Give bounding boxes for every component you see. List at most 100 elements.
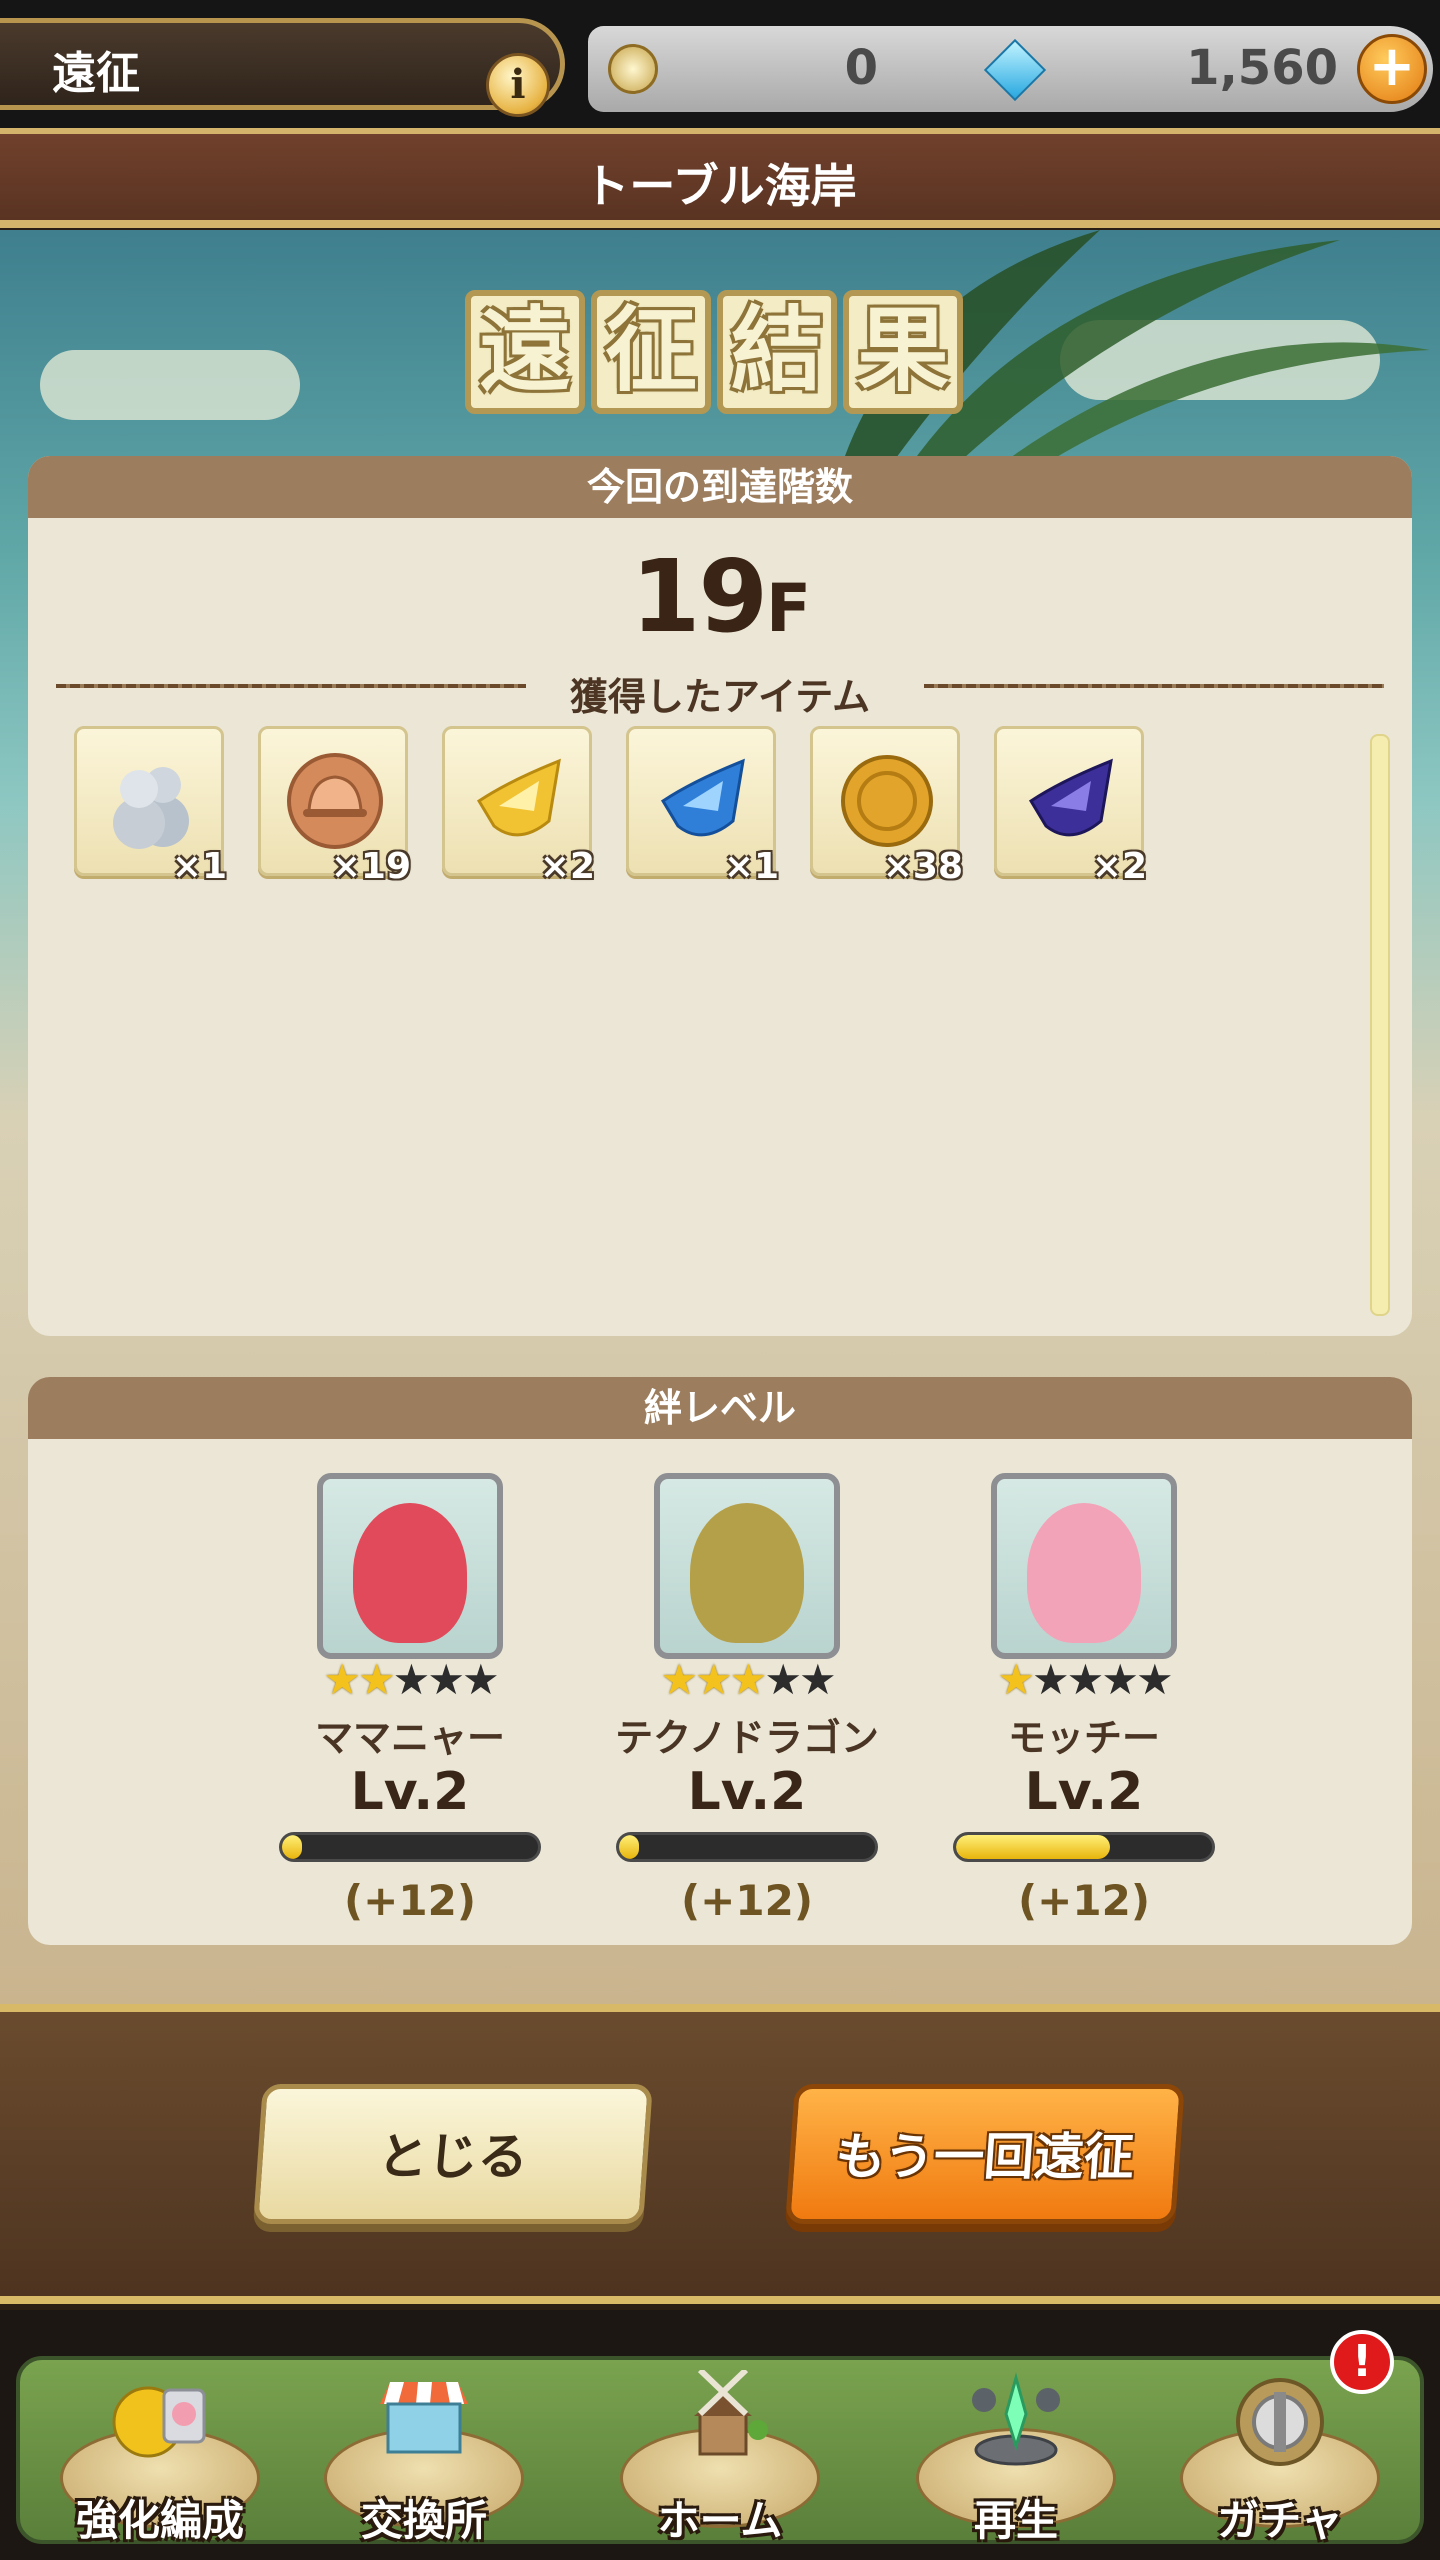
bond-gain: (+12): [680, 1876, 814, 1925]
purple-crystal-shard-icon: [1028, 758, 1113, 837]
rarity-stars: ★★★★★: [612, 1657, 882, 1703]
star-filled-icon: ★: [358, 1655, 396, 1704]
info-icon[interactable]: i: [486, 53, 550, 117]
item-slot[interactable]: ×2: [994, 726, 1147, 887]
character-name: ママニャー: [314, 1716, 505, 1760]
panel-header: 絆レベル: [28, 1377, 1412, 1439]
result-title: 遠 征 結 果: [465, 290, 975, 420]
bond-level: Lv.2: [1024, 1762, 1144, 1822]
result-title-char: 果: [843, 290, 963, 414]
item-count: ×2: [1091, 846, 1147, 887]
bond-level: Lv.2: [350, 1762, 470, 1822]
item-count: ×2: [539, 846, 595, 887]
star-empty-icon: ★: [1066, 1655, 1105, 1704]
add-currency-button[interactable]: +: [1357, 34, 1427, 104]
result-title-char: 結: [717, 290, 837, 414]
item-slot[interactable]: ×1: [626, 726, 779, 887]
floor-unit: F: [766, 570, 811, 647]
star-empty-icon: ★: [461, 1655, 500, 1704]
item-count: ×19: [330, 846, 411, 887]
nav-home[interactable]: ホーム: [600, 2350, 840, 2560]
nav-exchange[interactable]: 交換所: [304, 2350, 544, 2560]
nav-label: ホーム: [657, 2496, 783, 2545]
floor-results-panel: 今回の到達階数 19F 獲得したアイテム ×1 ×19 ×2 ×1 ×38 ×2: [28, 456, 1412, 1336]
watch-count: 0: [844, 40, 878, 96]
item-count: ×1: [723, 846, 779, 887]
mode-title: 遠征: [52, 48, 140, 99]
character-card[interactable]: ★★★★★ ママニャー Lv.2 (+12): [275, 1473, 545, 1925]
item-slot[interactable]: ×2: [442, 726, 595, 887]
rarity-stars: ★★★★★: [275, 1657, 545, 1703]
revive-icon: [972, 2372, 1060, 2466]
floor-number: 19: [630, 538, 768, 655]
star-filled-icon: ★: [997, 1655, 1035, 1704]
blue-crystal-shard-icon: [660, 758, 745, 837]
expedition-again-button[interactable]: もう一回遠征: [785, 2084, 1185, 2224]
nav-upgrade-team[interactable]: 強化編成: [40, 2350, 280, 2560]
star-empty-icon: ★: [1101, 1655, 1139, 1704]
rarity-stars: ★★★★★: [949, 1657, 1219, 1703]
star-empty-icon: ★: [798, 1655, 837, 1704]
star-filled-icon: ★: [660, 1655, 698, 1704]
currency-bar: 0 1,560 +: [588, 26, 1433, 112]
home-windmill-icon: [694, 2370, 768, 2456]
bond-progress-bar: [616, 1832, 878, 1862]
status-bar: 遠征 i 0 1,560 +: [0, 0, 1440, 130]
items-divider: 獲得したアイテム: [56, 666, 1384, 719]
character-name: モッチー: [1007, 1716, 1160, 1760]
star-filled-icon: ★: [323, 1655, 361, 1704]
location-banner: トーブル海岸: [0, 128, 1440, 228]
nav-label: 交換所: [360, 2496, 487, 2545]
item-slot[interactable]: ×19: [258, 726, 411, 887]
close-button[interactable]: とじる: [253, 2084, 653, 2224]
star-empty-icon: ★: [764, 1655, 802, 1704]
mode-title-pill: 遠征 i: [0, 18, 565, 117]
bottom-nav: 強化編成 交換所 ホーム 再生 ガチャ: [0, 2310, 1440, 2560]
item-list-scrollbar[interactable]: [1370, 734, 1390, 1316]
result-title-char: 征: [591, 290, 711, 414]
character-portrait: [991, 1473, 1177, 1659]
cloud-decoration: [40, 350, 300, 420]
star-filled-icon: ★: [695, 1655, 733, 1704]
gacha-alert-badge: !: [1330, 2330, 1394, 2394]
bond-progress-bar: [953, 1832, 1215, 1862]
nav-label: ガチャ: [1217, 2496, 1343, 2545]
character-portrait: [654, 1473, 840, 1659]
character-portrait: [317, 1473, 503, 1659]
bronze-helmet-coin-icon: [287, 753, 383, 849]
exchange-shop-icon: [380, 2382, 468, 2454]
item-count: ×1: [171, 846, 227, 887]
diamond-icon: [983, 38, 1047, 102]
floor-reached: 19F: [28, 538, 1412, 655]
bond-level-panel: 絆レベル ★★★★★ ママニャー Lv.2 (+12) ★★★★★ テクノドラゴ…: [28, 1377, 1412, 1945]
character-card[interactable]: ★★★★★ テクノドラゴン Lv.2 (+12): [612, 1473, 882, 1925]
nav-revive[interactable]: 再生: [896, 2350, 1136, 2560]
teru-teru-doll-icon: [113, 767, 189, 849]
item-slot[interactable]: ×38: [810, 726, 963, 887]
panel-header: 今回の到達階数: [28, 456, 1412, 518]
character-card[interactable]: ★★★★★ モッチー Lv.2 (+12): [949, 1473, 1219, 1925]
item-list: ×1 ×19 ×2 ×1 ×38 ×2: [74, 726, 1147, 887]
upgrade-team-icon: [112, 2386, 206, 2458]
result-title-char: 遠: [465, 290, 585, 414]
diamond-count: 1,560: [1186, 40, 1338, 96]
bond-gain: (+12): [343, 1876, 477, 1925]
bond-gain: (+12): [1017, 1876, 1151, 1925]
bond-level: Lv.2: [687, 1762, 807, 1822]
bond-progress-bar: [279, 1832, 541, 1862]
items-label: 獲得したアイテム: [569, 675, 871, 719]
gacha-icon: [1236, 2378, 1324, 2466]
gold-coin-icon: [841, 755, 933, 847]
nav-label: 再生: [973, 2496, 1058, 2545]
nav-label: 強化編成: [75, 2496, 244, 2545]
character-name: テクノドラゴン: [615, 1716, 879, 1760]
star-empty-icon: ★: [392, 1655, 431, 1704]
star-empty-icon: ★: [1032, 1655, 1070, 1704]
star-empty-icon: ★: [427, 1655, 465, 1704]
star-empty-icon: ★: [1135, 1655, 1174, 1704]
item-slot[interactable]: ×1: [74, 726, 227, 887]
pocket-watch-icon: [608, 44, 658, 94]
action-button-frame: とじる もう一回遠征: [0, 2004, 1440, 2304]
item-count: ×38: [882, 846, 963, 887]
gold-crystal-shard-icon: [476, 758, 561, 837]
